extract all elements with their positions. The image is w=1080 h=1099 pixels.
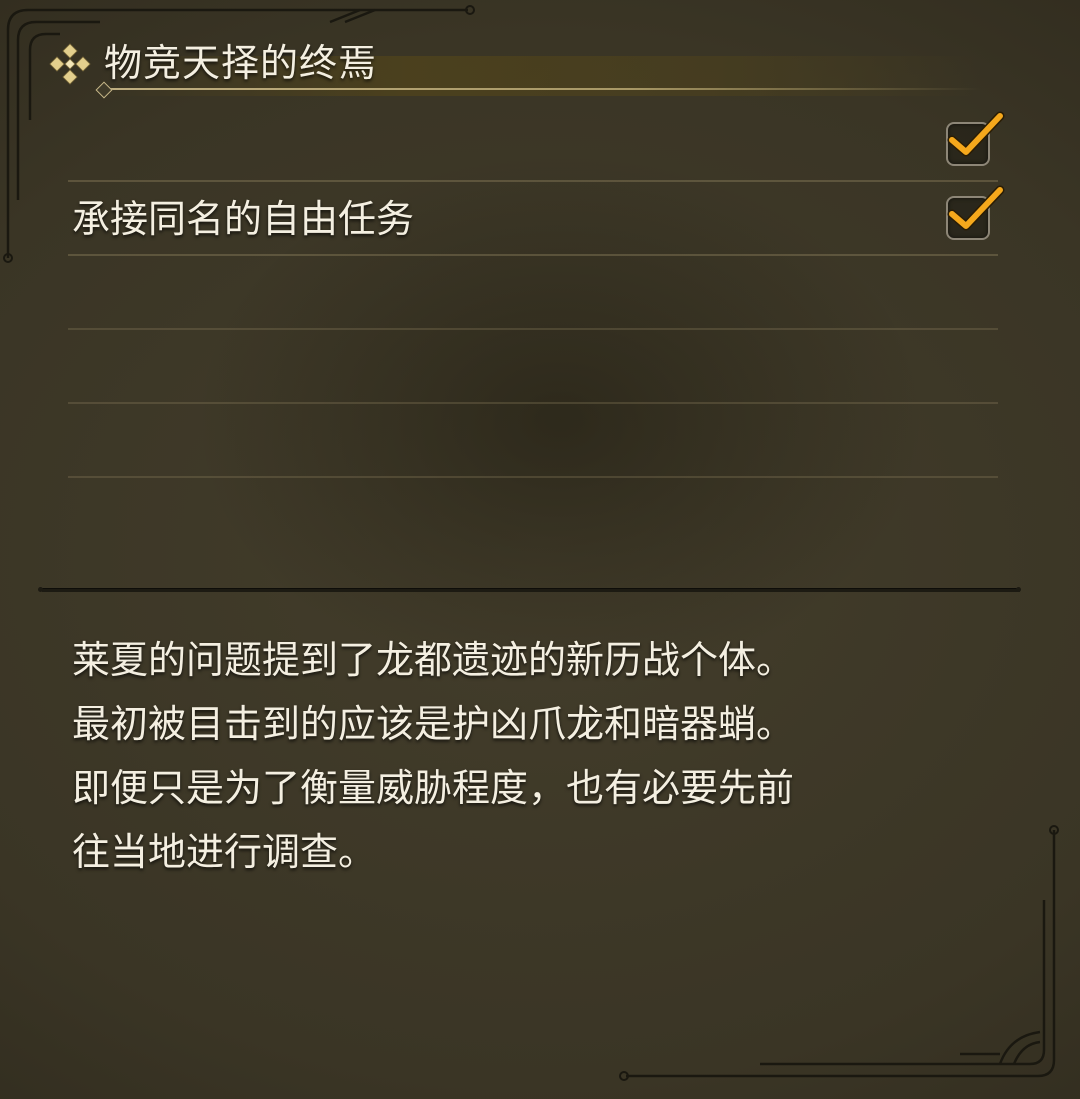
quest-title-bar: 物竞天择的终焉 — [49, 36, 1020, 99]
objective-label: 承接同名的自由任务 — [72, 197, 415, 241]
objective-list: 承接同名的自由任务 — [68, 108, 1005, 478]
section-divider — [42, 588, 1020, 592]
objective-row: 承接同名的自由任务 — [68, 182, 1005, 256]
quest-title: 物竞天择的终焉 — [104, 41, 378, 85]
objective-checkbox — [946, 185, 1005, 240]
title-underline — [102, 88, 982, 90]
description-line: 即便只是为了衡量威胁程度，也有必要先前 — [72, 766, 795, 810]
description-line: 莱夏的问题提到了龙都遗迹的新历战个体。 — [72, 638, 795, 682]
divider-end-dot — [38, 587, 43, 592]
description-line: 往当地进行调查。 — [72, 830, 377, 874]
checkmark-icon — [947, 111, 1005, 157]
quest-detail-panel: 物竞天择的终焉 承接同名的自由任务 莱夏的问题提到了龙都遗迹的新历战个体。 最初… — [0, 0, 1080, 1099]
quest-description: 莱夏的问题提到了龙都遗迹的新历战个体。 最初被目击到的应该是护凶爪龙和暗器蛸。 … — [72, 628, 952, 884]
ornate-diamond-icon — [49, 43, 91, 85]
objective-checkbox — [946, 111, 1005, 166]
objective-row-empty — [68, 330, 998, 404]
checkmark-icon — [947, 185, 1005, 231]
description-line: 最初被目击到的应该是护凶爪龙和暗器蛸。 — [72, 702, 795, 746]
objective-row — [68, 108, 1005, 182]
objective-row-empty — [68, 404, 998, 478]
objective-row-empty — [68, 256, 998, 330]
divider-end-dot — [1016, 587, 1021, 592]
